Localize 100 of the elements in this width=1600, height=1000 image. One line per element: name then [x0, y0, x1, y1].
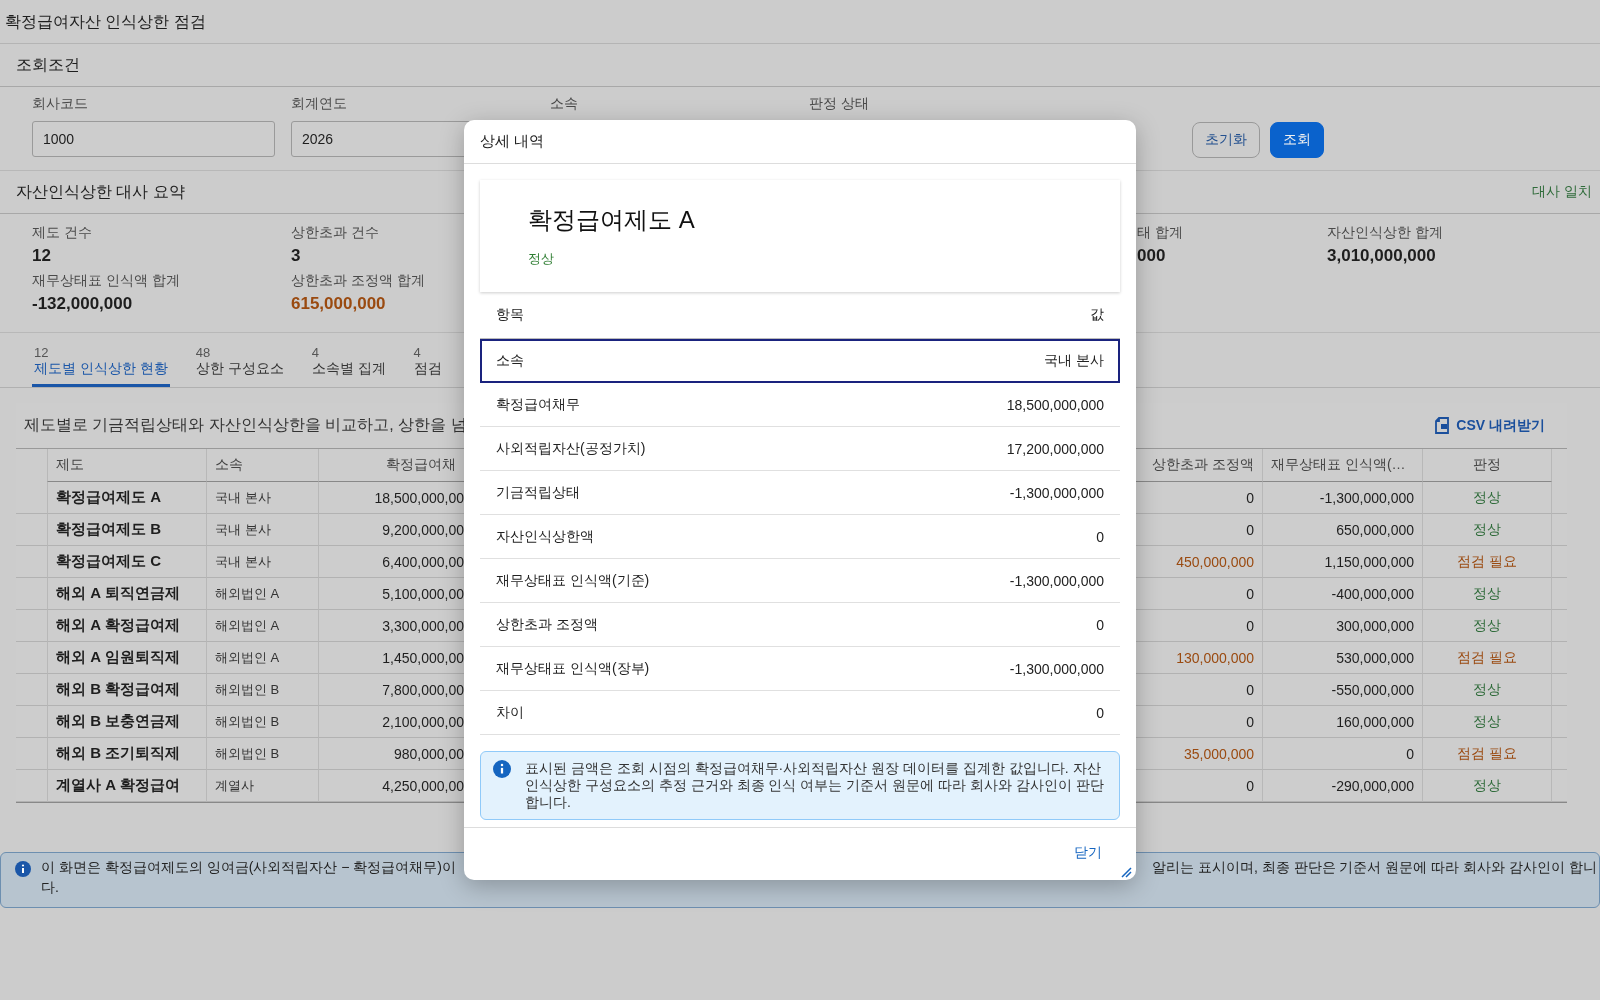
detail-row[interactable]: 소속 국내 본사	[480, 339, 1120, 383]
column-header: 재무상태표 인식액(…	[1263, 449, 1423, 482]
panel-title: 자산인식상한 대사 요약	[16, 181, 185, 202]
item-value: -1,300,000,000	[1009, 660, 1104, 677]
metric-value: 12	[32, 246, 51, 266]
notice-text: 알리는 표시이며, 최종 판단은 기준서 원문에 따라 회사와 감사인이 합니	[1152, 859, 1598, 877]
table-cell: 0	[1137, 706, 1263, 738]
info-icon	[15, 861, 31, 877]
table-cell: 해외 A 퇴직연금제	[47, 578, 207, 610]
column-header: 제도	[47, 449, 207, 482]
search-button[interactable]: 조회	[1270, 122, 1324, 158]
item-label: 확정급여채무	[496, 395, 580, 414]
table-cell: 130,000,000	[1137, 642, 1263, 674]
column-header: 소속	[207, 449, 319, 482]
tab[interactable]: 12 제도별 인식상한 현황	[32, 345, 170, 387]
table-cell: 해외 B 조기퇴직제	[47, 738, 207, 770]
status-cell: 정상	[1423, 770, 1552, 802]
item-label: 소속	[496, 352, 524, 370]
metric-value: 3,010,000,000	[1327, 246, 1436, 266]
detail-row[interactable]: 재무상태표 인식액(기준) -1,300,000,000	[480, 559, 1120, 603]
spreadsheet-icon	[1434, 417, 1451, 434]
item-value: -1,300,000,000	[1009, 572, 1104, 589]
table-cell: 530,000,000	[1263, 642, 1423, 674]
column-header: 판정	[1423, 449, 1552, 482]
metric-label: 태 합계	[1137, 224, 1183, 242]
table-cell: 확정급여제도 C	[47, 546, 207, 578]
item-label: 자산인식상한액	[496, 527, 594, 546]
reconciliation-status: 대사 일치	[1532, 183, 1592, 201]
detail-row[interactable]: 사외적립자산(공정가치) 17,200,000,000	[480, 427, 1120, 471]
table-cell: 해외법인 A	[207, 642, 319, 674]
plan-title: 확정급여제도 A	[528, 205, 695, 235]
status-cell: 점검 필요	[1423, 642, 1552, 674]
item-value: 18,500,000,000	[1006, 396, 1104, 413]
table-cell: 해외법인 B	[207, 706, 319, 738]
reset-button[interactable]: 초기화	[1192, 122, 1260, 158]
column-header: 항목	[496, 306, 524, 324]
detail-row[interactable]: 차이 0	[480, 691, 1120, 735]
csv-download-button[interactable]: CSV 내려받기	[1428, 415, 1551, 436]
status-cell: 정상	[1423, 706, 1552, 738]
tab[interactable]: 4 소속별 집계	[309, 345, 388, 387]
table-cell: 해외 A 확정급여제	[47, 610, 207, 642]
field-label: 회사코드	[32, 95, 89, 113]
status-cell: 점검 필요	[1423, 738, 1552, 770]
metric-label: 상한초과 조정액 합계	[291, 272, 425, 290]
detail-row[interactable]: 기금적립상태 -1,300,000,000	[480, 471, 1120, 515]
notice-text: 다.	[41, 879, 60, 897]
table-cell: 0	[1137, 578, 1263, 610]
tab[interactable]: 4 점검	[411, 345, 444, 387]
table-cell: 해외 A 임원퇴직제	[47, 642, 207, 674]
table-cell: 계열사	[207, 770, 319, 802]
item-label: 기금적립상태	[496, 483, 580, 502]
item-value: 17,200,000,000	[1006, 440, 1104, 457]
table-cell: 0	[1137, 482, 1263, 514]
table-cell: 국내 본사	[207, 482, 319, 514]
table-cell: 0	[1263, 738, 1423, 770]
metric-value: 3	[291, 246, 301, 266]
detail-row[interactable]: 확정급여채무 18,500,000,000	[480, 383, 1120, 427]
table-cell: 650,000,000	[1263, 514, 1423, 546]
item-value: 0	[1096, 616, 1104, 633]
table-cell: -550,000,000	[1263, 674, 1423, 706]
metric-label: 제도 건수	[32, 224, 92, 242]
item-label: 상한초과 조정액	[496, 615, 598, 634]
tab[interactable]: 48 상한 구성요소	[193, 345, 286, 387]
table-cell: 0	[1137, 610, 1263, 642]
table-cell: 확정급여제도 B	[47, 514, 207, 546]
table-cell: -290,000,000	[1263, 770, 1423, 802]
table-cell: 해외 B 보충연금제	[47, 706, 207, 738]
table-cell: 1,150,000,000	[1263, 546, 1423, 578]
column-header: 값	[1090, 306, 1104, 324]
field-label: 소속	[550, 95, 579, 113]
column-header: 상한초과 조정액	[1137, 449, 1263, 482]
detail-row[interactable]: 재무상태표 인식액(장부) -1,300,000,000	[480, 647, 1120, 691]
table-cell: 0	[1137, 674, 1263, 706]
table-cell: 300,000,000	[1263, 610, 1423, 642]
detail-row[interactable]: 자산인식상한액 0	[480, 515, 1120, 559]
info-icon	[493, 760, 511, 778]
table-caption: 제도별로 기금적립상태와 자산인식상한을 비교하고, 상한을 넘	[24, 415, 467, 435]
notice-text: 이 화면은 확정급여제도의 잉여금(사외적립자산 − 확정급여채무)이	[41, 859, 457, 877]
table-cell: 450,000,000	[1137, 546, 1263, 578]
status-cell: 점검 필요	[1423, 546, 1552, 578]
item-label: 사외적립자산(공정가치)	[496, 439, 646, 458]
status-cell: 정상	[1423, 514, 1552, 546]
status-cell: 정상	[1423, 578, 1552, 610]
page-title: 확정급여자산 인식상한 점검	[0, 0, 1600, 44]
metric-label: 자산인식상한 합계	[1327, 224, 1443, 242]
table-cell: 35,000,000	[1137, 738, 1263, 770]
table-cell: 0	[1137, 770, 1263, 802]
status-cell: 정상	[1423, 674, 1552, 706]
panel-title: 조회조건	[16, 54, 80, 75]
field-label: 회계연도	[291, 95, 348, 113]
item-label: 재무상태표 인식액(기준)	[496, 571, 650, 590]
table-cell: -1,300,000,000	[1263, 482, 1423, 514]
table-cell: 해외 B 확정급여제	[47, 674, 207, 706]
status-cell: 정상	[1423, 482, 1552, 514]
item-value: -1,300,000,000	[1009, 484, 1104, 501]
info-text: 표시된 금액은 조회 시점의 확정급여채무·사외적립자산 원장 데이터를 집계한 값입니다. 자산인식상한 구성요소의 추정 근거와 최종 인식 여부는 기준서 원문에 따라 회사와 감사인이 판단합니다.	[525, 760, 1105, 811]
input-field[interactable]: 1000	[32, 121, 275, 157]
status-cell: 정상	[1423, 610, 1552, 642]
detail-row[interactable]: 상한초과 조정액 0	[480, 603, 1120, 647]
close-button[interactable]: 닫기	[1066, 838, 1110, 868]
